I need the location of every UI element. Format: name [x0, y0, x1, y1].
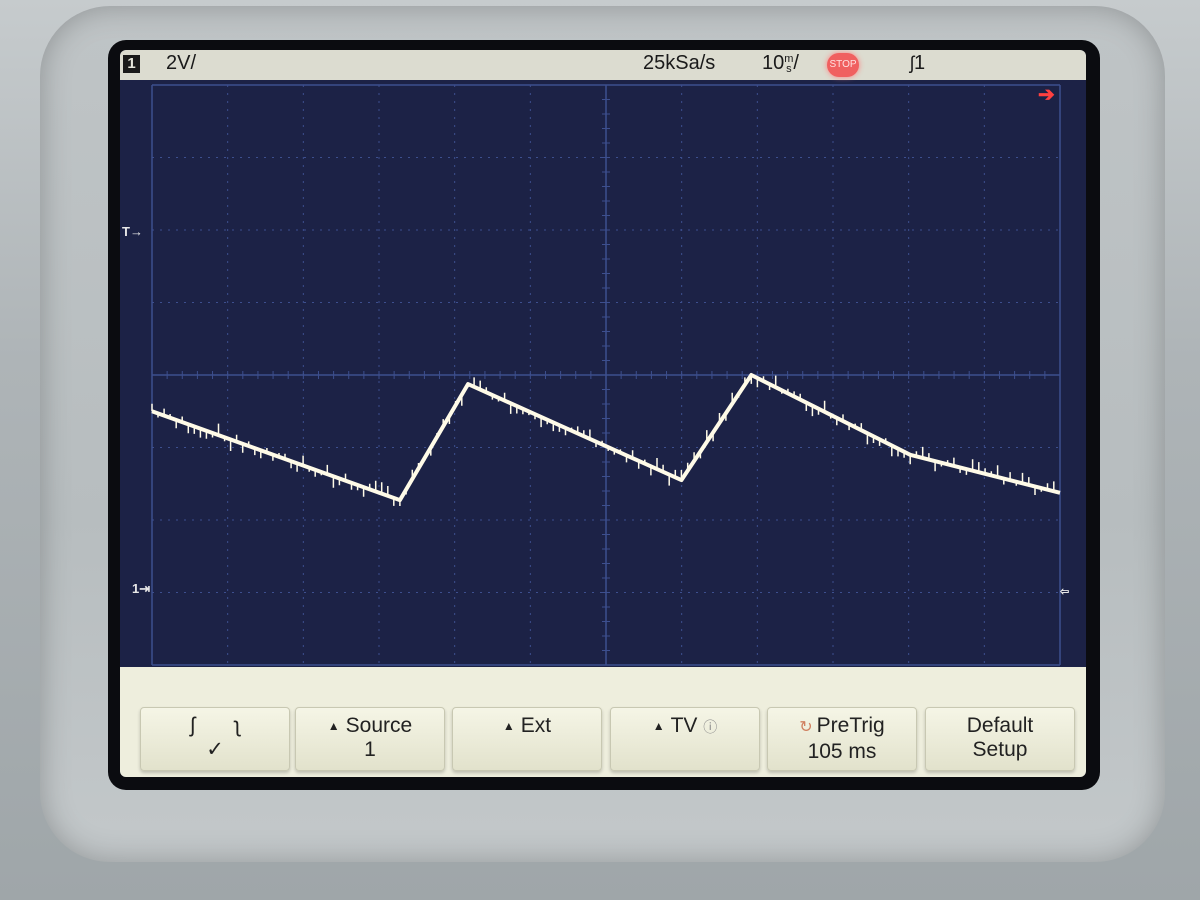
- channel-badge[interactable]: 1: [123, 55, 140, 73]
- softkey-ext[interactable]: ▲ Ext: [452, 707, 602, 771]
- trigger-status[interactable]: ʃ1: [910, 52, 925, 75]
- waveform-display: [151, 84, 1061, 666]
- ground-marker-ch1[interactable]: 1⇥: [132, 581, 150, 597]
- oscilloscope-screen: 1 2V/ 25kSa/s 10 m s / STOP ʃ1 T→ 1⇥ ➔ ⇦ ʃ ʅ…: [120, 50, 1086, 777]
- softkey-bar: ʃ ʅ ✓ ▲ Source 1 ▲ Ext ▲ TV ⓘ ↻ PreTrig 105 m…: [120, 667, 1086, 777]
- trigger-channel: 1: [914, 52, 926, 74]
- source-value: 1: [364, 738, 376, 762]
- pretrig-value: 105 ms: [807, 740, 877, 763]
- trigger-level-marker[interactable]: T→: [122, 224, 143, 239]
- softkey-source[interactable]: ▲ Source 1: [295, 707, 445, 771]
- reference-marker[interactable]: ⇦: [1060, 585, 1069, 598]
- softkey-tv[interactable]: ▲ TV ⓘ: [610, 707, 760, 771]
- graticule-grid: [151, 84, 1061, 666]
- timebase[interactable]: 10 m s /: [762, 52, 799, 75]
- softkey-pretrig[interactable]: ↻ PreTrig 105 ms: [767, 707, 917, 771]
- up-triangle-icon: ▲: [502, 719, 515, 734]
- softkey-slope[interactable]: ʃ ʅ ✓: [140, 707, 290, 771]
- up-triangle-icon: ▲: [652, 719, 665, 734]
- softkey-default-setup[interactable]: Default Setup: [925, 707, 1075, 771]
- knob-icon: ↻: [799, 719, 813, 736]
- falling-edge-icon: ʅ: [235, 714, 240, 737]
- slope-checkmark: ✓: [206, 738, 224, 761]
- run-stop-indicator[interactable]: STOP: [827, 53, 859, 77]
- vertical-scale[interactable]: 2V/: [166, 52, 196, 75]
- rising-edge-icon: ʃ: [190, 714, 195, 737]
- timebase-slash: /: [793, 52, 799, 74]
- timebase-value: 10: [762, 52, 785, 74]
- up-triangle-icon: ▲: [327, 719, 340, 734]
- status-bar: 1 2V/ 25kSa/s 10 m s / STOP ʃ1: [120, 50, 1086, 80]
- info-icon: ⓘ: [703, 719, 718, 735]
- trigger-position-arrow[interactable]: ➔: [1038, 82, 1055, 107]
- sample-rate: 25kSa/s: [643, 52, 716, 74]
- trace-noise: [151, 375, 1055, 506]
